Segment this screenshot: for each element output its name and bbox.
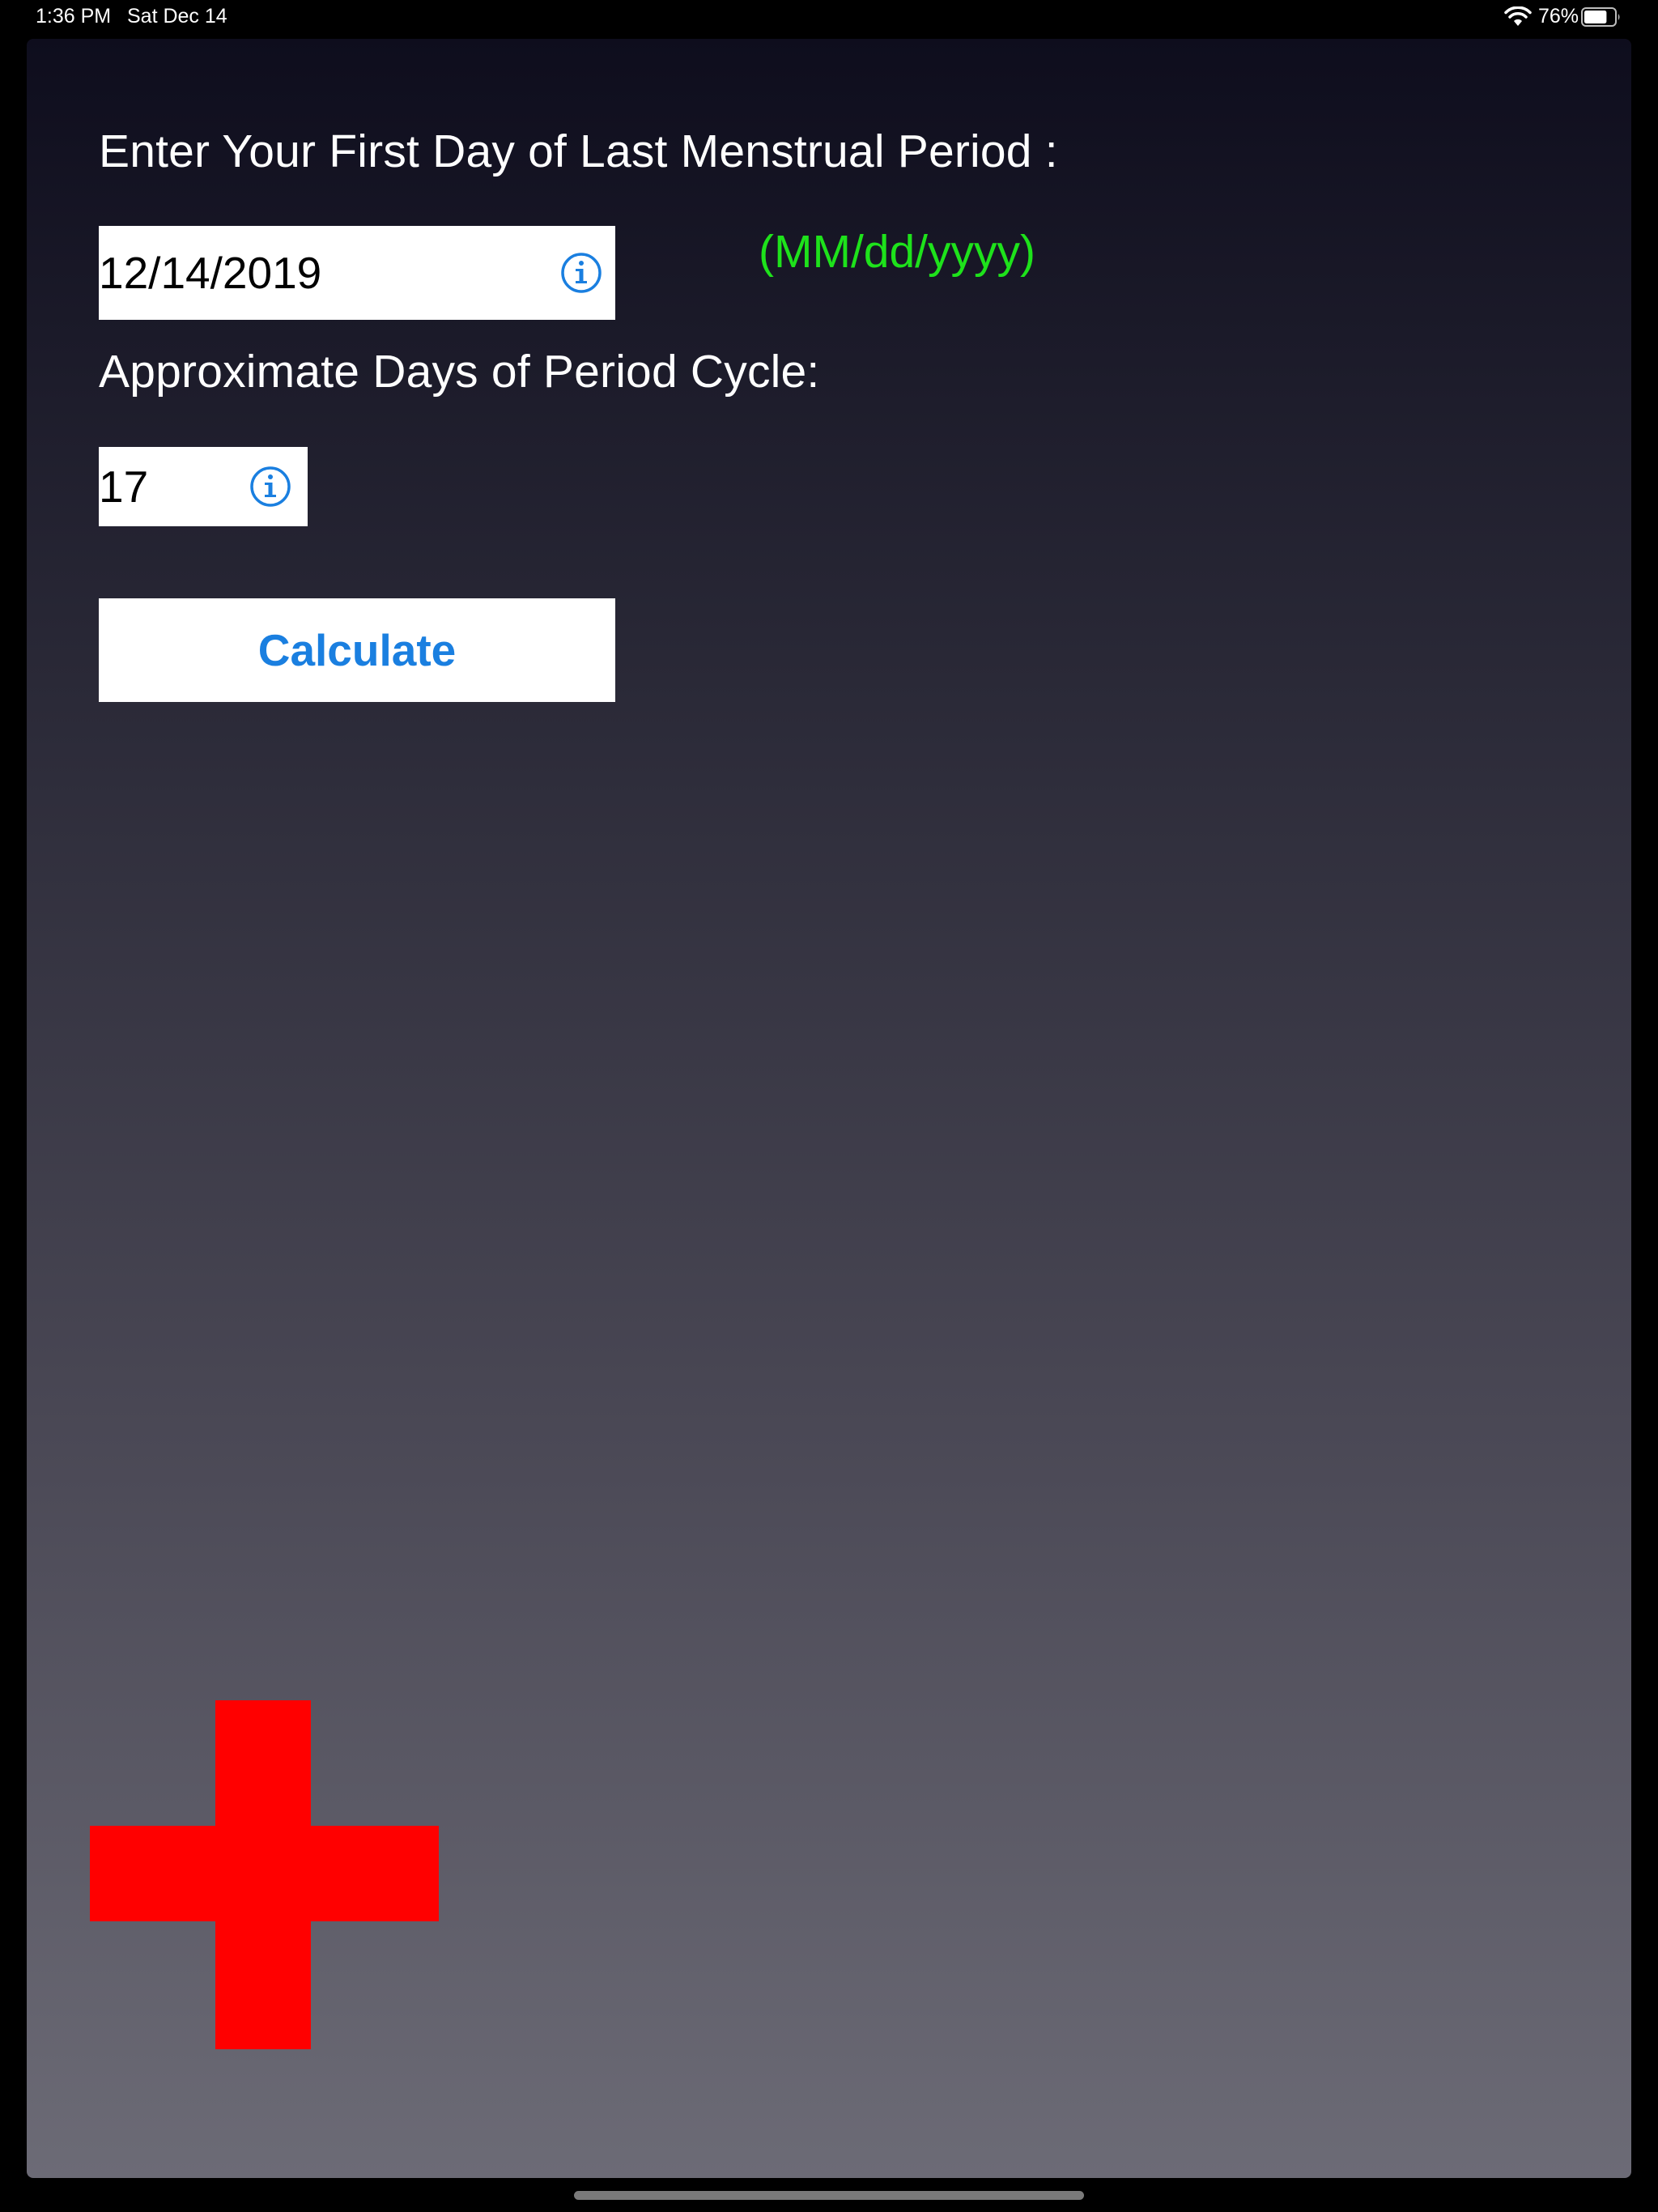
home-indicator [574,2191,1084,2200]
battery-icon [1581,7,1620,27]
info-icon[interactable] [560,252,602,294]
lmp-date-value[interactable]: 12/14/2019 [99,226,321,320]
app-panel: Enter Your First Day of Last Menstrual P… [27,39,1631,2178]
calculate-button[interactable]: Calculate [99,598,615,702]
status-bar: 1:36 PM Sat Dec 14 76% [0,0,1658,36]
app-screen: 1:36 PM Sat Dec 14 76% Enter Your First … [0,0,1658,2212]
cycle-days-field[interactable]: 17 [99,447,308,526]
red-cross-icon [90,1700,439,2049]
battery-percentage: 76% [1538,5,1579,28]
info-icon[interactable] [249,466,291,508]
wifi-icon [1504,6,1532,26]
cycle-label: Approximate Days of Period Cycle: [99,346,820,398]
status-time: 1:36 PM [36,5,112,28]
lmp-label: Enter Your First Day of Last Menstrual P… [99,125,1058,177]
status-date: Sat Dec 14 [127,5,227,28]
lmp-date-field[interactable]: 12/14/2019 [99,226,615,320]
date-format-hint: (MM/dd/yyyy) [759,226,1035,278]
cycle-days-value[interactable]: 17 [99,447,148,526]
